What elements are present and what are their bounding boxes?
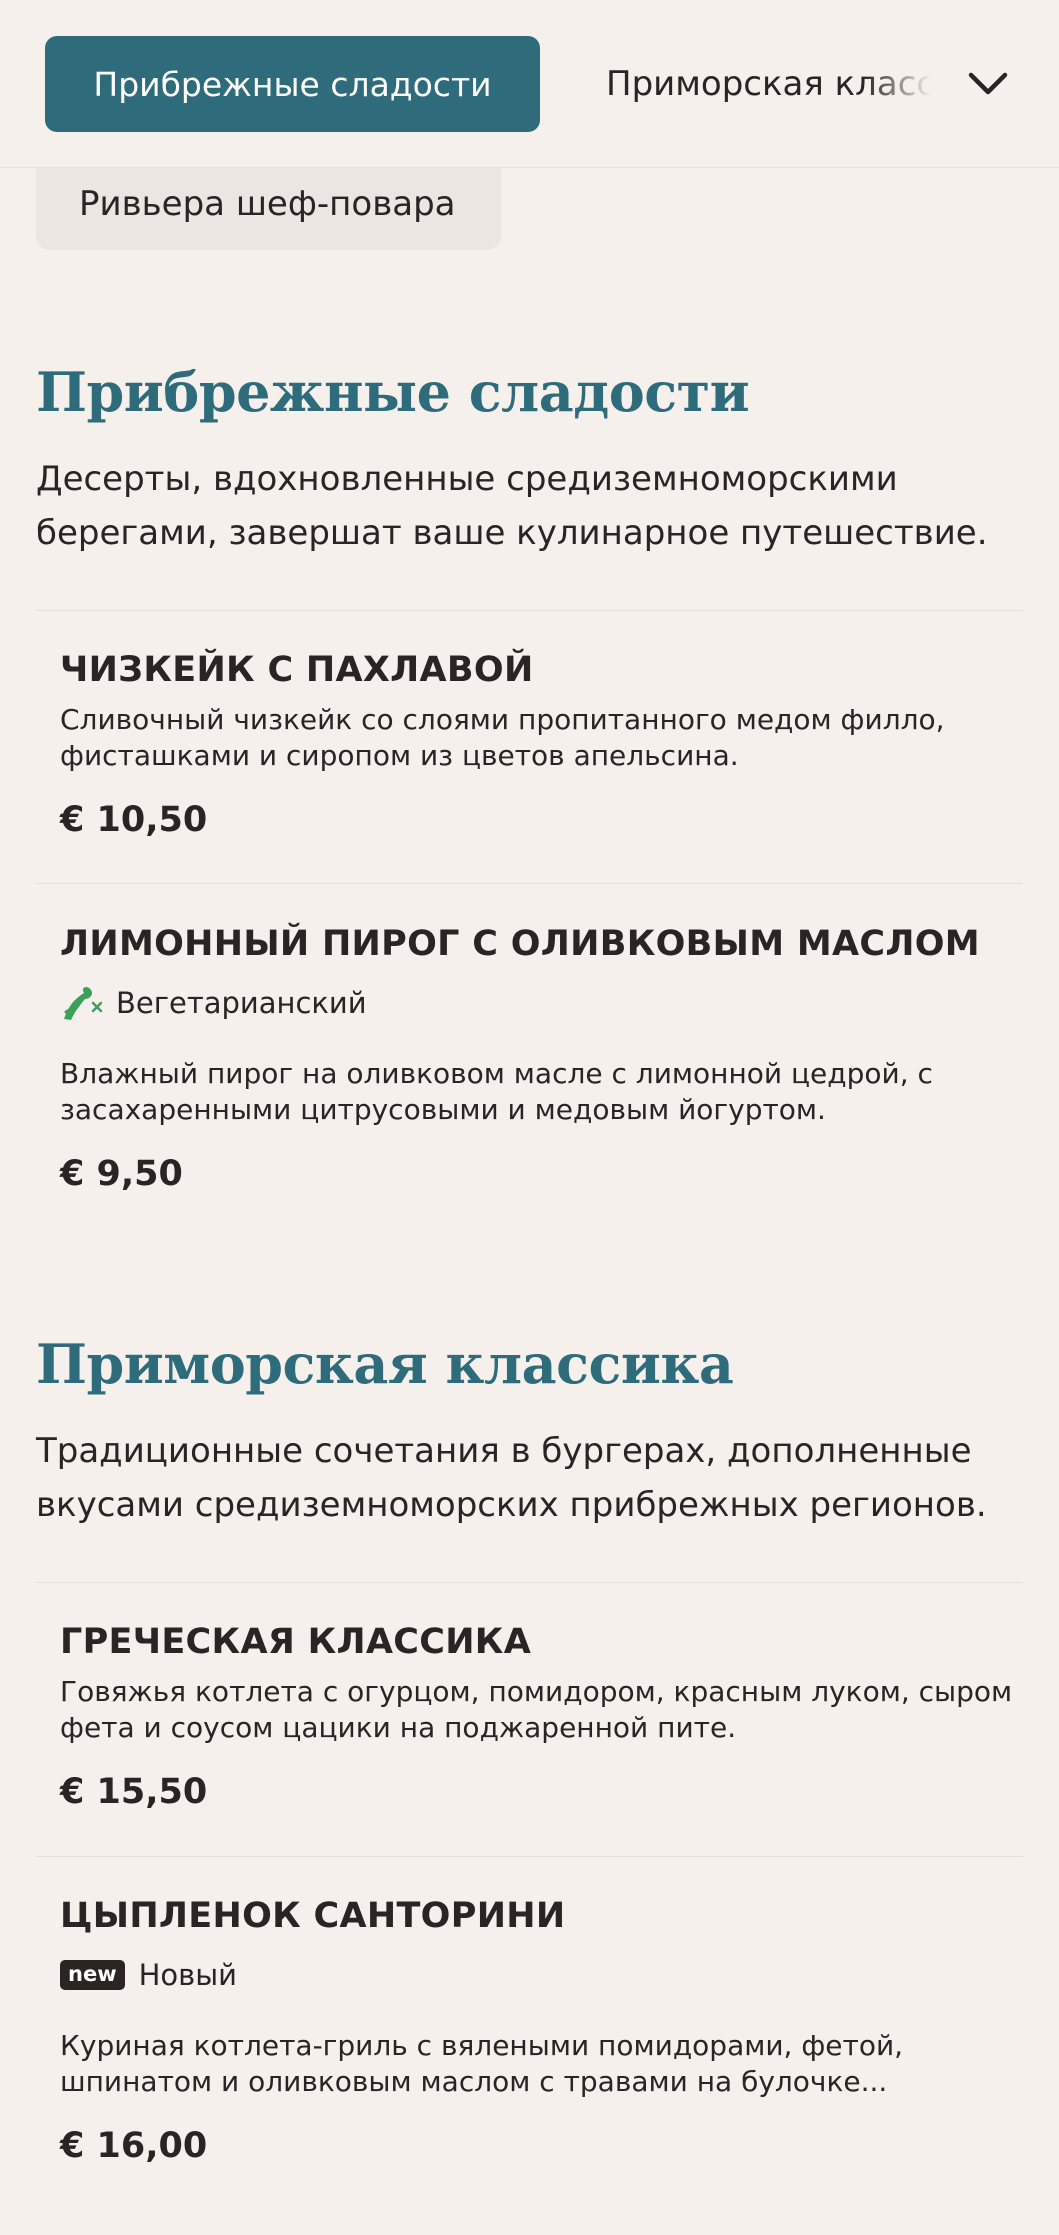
item-price: € 16,00 xyxy=(60,2126,208,2166)
item-name: ЧИЗКЕЙК С ПАХЛАВОЙ xyxy=(60,650,534,690)
category-nav-bar: Прибрежные сладости Приморская классика xyxy=(0,0,1059,168)
section-description: Традиционные сочетания в бургерах, допол… xyxy=(36,1431,987,1525)
category-chip-chef-riviera[interactable]: Ривьера шеф-повара xyxy=(36,158,501,250)
dietary-tag-label: Вегетарианский xyxy=(116,986,367,1020)
divider xyxy=(36,1856,1023,1857)
item-description: Влажный пирог на оливковом масле с лимон… xyxy=(60,1057,933,1126)
dietary-tag: Вегетарианский xyxy=(60,983,367,1023)
item-name: ГРЕЧЕСКАЯ КЛАССИКА xyxy=(60,1622,532,1662)
section-description: Десерты, вдохновленные средиземноморским… xyxy=(36,459,988,553)
item-price: € 10,50 xyxy=(60,800,208,840)
divider xyxy=(36,610,1023,611)
item-price: € 15,50 xyxy=(60,1772,208,1812)
item-name: ЛИМОННЫЙ ПИРОГ С ОЛИВКОВЫМ МАСЛОМ xyxy=(60,924,980,964)
tab-coastal-sweets[interactable]: Прибрежные сладости xyxy=(45,36,540,132)
item-description: Сливочный чизкейк со слоями пропитанного… xyxy=(60,703,945,772)
divider xyxy=(36,883,1023,884)
section-title: Прибрежные сладости xyxy=(36,360,750,424)
section-title: Приморская классика xyxy=(36,1332,734,1396)
new-tag: new Новый xyxy=(60,1955,237,1995)
new-badge: new xyxy=(60,1960,125,1990)
item-price: € 9,50 xyxy=(60,1154,183,1194)
new-tag-label: Новый xyxy=(138,1958,237,1992)
divider xyxy=(36,1582,1023,1583)
item-name: ЦЫПЛЕНОК САНТОРИНИ xyxy=(60,1896,566,1936)
vegetarian-leaf-icon xyxy=(64,987,103,1020)
chevron-down-icon[interactable] xyxy=(964,60,1012,108)
item-description: Куриная котлета-гриль с вялеными помидор… xyxy=(60,2029,904,2098)
tab-seaside-classics[interactable]: Приморская классика xyxy=(606,36,938,132)
item-description: Говяжья котлета с огурцом, помидором, кр… xyxy=(60,1675,1013,1744)
